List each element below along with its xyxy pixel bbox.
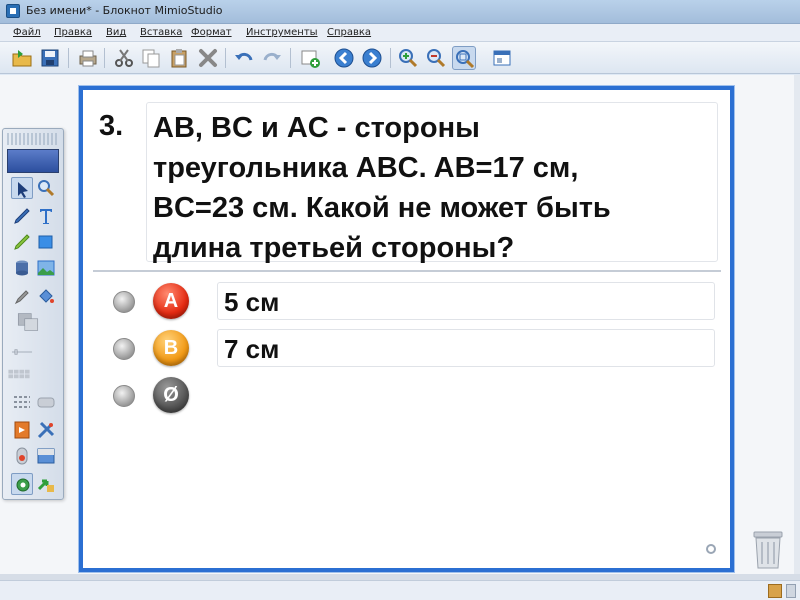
question-box[interactable]: AB, BC и AC - стороны треугольника ABC. … [146,102,718,264]
launch-icon[interactable] [35,473,57,495]
question-line: длина третьей стороны? [153,232,515,264]
redo-icon[interactable] [260,46,284,70]
zoom-tool-icon[interactable] [35,177,57,199]
answer-box[interactable]: 7 см [217,329,715,367]
zoom-fit-icon[interactable] [452,46,476,70]
page-resize-handle[interactable] [706,544,716,554]
delete-icon[interactable] [196,46,220,70]
answer-row[interactable]: B 7 см [83,328,728,368]
print-icon[interactable] [76,46,100,70]
transparency-swatches-icon[interactable] [8,363,60,385]
undo-icon[interactable] [232,46,256,70]
zoom-in-icon[interactable] [396,46,420,70]
title-bar: Без имени* - Блокнот MimioStudio [0,0,800,24]
select-arrow-icon[interactable] [11,177,33,199]
menu-tools[interactable]: Инструменты [246,27,318,38]
divider [93,270,721,272]
copy-icon[interactable] [139,46,163,70]
vertical-scrollbar[interactable] [794,75,800,575]
page-status-icon[interactable] [768,584,782,598]
answer-radio[interactable] [113,385,135,407]
answer-box[interactable]: 5 см [217,282,715,320]
eyedropper-tool-icon[interactable] [11,285,33,307]
tool-palette [2,128,64,500]
question-line: BC=23 см. Какой не может быть [153,192,611,224]
fill-tool-icon[interactable] [35,285,57,307]
save-icon[interactable] [38,46,62,70]
line-style-icon[interactable] [11,391,33,413]
menu-format[interactable]: Формат [191,27,232,38]
highlighter-tool-icon[interactable] [11,231,33,253]
question-text: AB, BC и AC - стороны треугольника ABC. … [153,108,713,268]
notebook-page[interactable]: 3. AB, BC и AC - стороны треугольника AB… [79,86,734,572]
answer-badge: Ø [153,377,189,413]
question-line: AB, BC и AC - стороны [153,112,480,144]
app-icon [6,4,20,18]
tools-icon[interactable] [35,419,57,441]
pen-preview [7,149,59,173]
pen-tool-icon[interactable] [11,205,33,227]
color-swatch-icon[interactable] [17,311,51,341]
paste-icon[interactable] [167,46,191,70]
cut-icon[interactable] [112,46,136,70]
trash-icon[interactable] [750,528,786,570]
arrow-style-icon[interactable] [35,391,57,413]
answer-badge: A [153,283,189,319]
status-bar [0,580,800,600]
view-icon[interactable] [490,46,514,70]
answer-badge: B [153,330,189,366]
recorder-icon[interactable] [11,445,33,467]
next-page-icon[interactable] [360,46,384,70]
gallery-tool-icon[interactable] [11,257,33,279]
menu-file[interactable]: Файл [13,27,41,38]
answer-radio[interactable] [113,291,135,313]
menu-insert[interactable]: Вставка [140,27,182,38]
open-icon[interactable] [10,46,34,70]
answer-radio[interactable] [113,338,135,360]
shape-tool-icon[interactable] [35,231,57,253]
answer-text: 7 см [224,334,280,364]
palette-grip[interactable] [7,133,59,145]
spotlight-icon[interactable] [11,473,33,495]
menu-view[interactable]: Вид [106,27,126,38]
answer-row[interactable]: Ø [83,375,728,415]
toolbar [0,42,800,74]
answer-text: 5 см [224,287,280,317]
line-width-slider[interactable] [11,341,57,355]
answer-row[interactable]: A 5 см [83,281,728,321]
menu-help[interactable]: Справка [327,27,371,38]
image-tool-icon[interactable] [35,257,57,279]
previous-page-icon[interactable] [332,46,356,70]
zoom-out-icon[interactable] [424,46,448,70]
new-page-icon[interactable] [298,46,322,70]
window-title: Без имени* - Блокнот MimioStudio [26,4,223,17]
screen-annotation-icon[interactable] [11,419,33,441]
text-tool-icon[interactable] [35,205,57,227]
question-line: треугольника ABC. AB=17 см, [153,152,579,184]
scroll-status-icon[interactable] [786,584,796,598]
reveal-icon[interactable] [35,445,57,467]
question-number: 3. [99,110,124,142]
menu-bar: Файл Правка Вид Вставка Формат Инструмен… [0,24,800,42]
menu-edit[interactable]: Правка [54,27,92,38]
